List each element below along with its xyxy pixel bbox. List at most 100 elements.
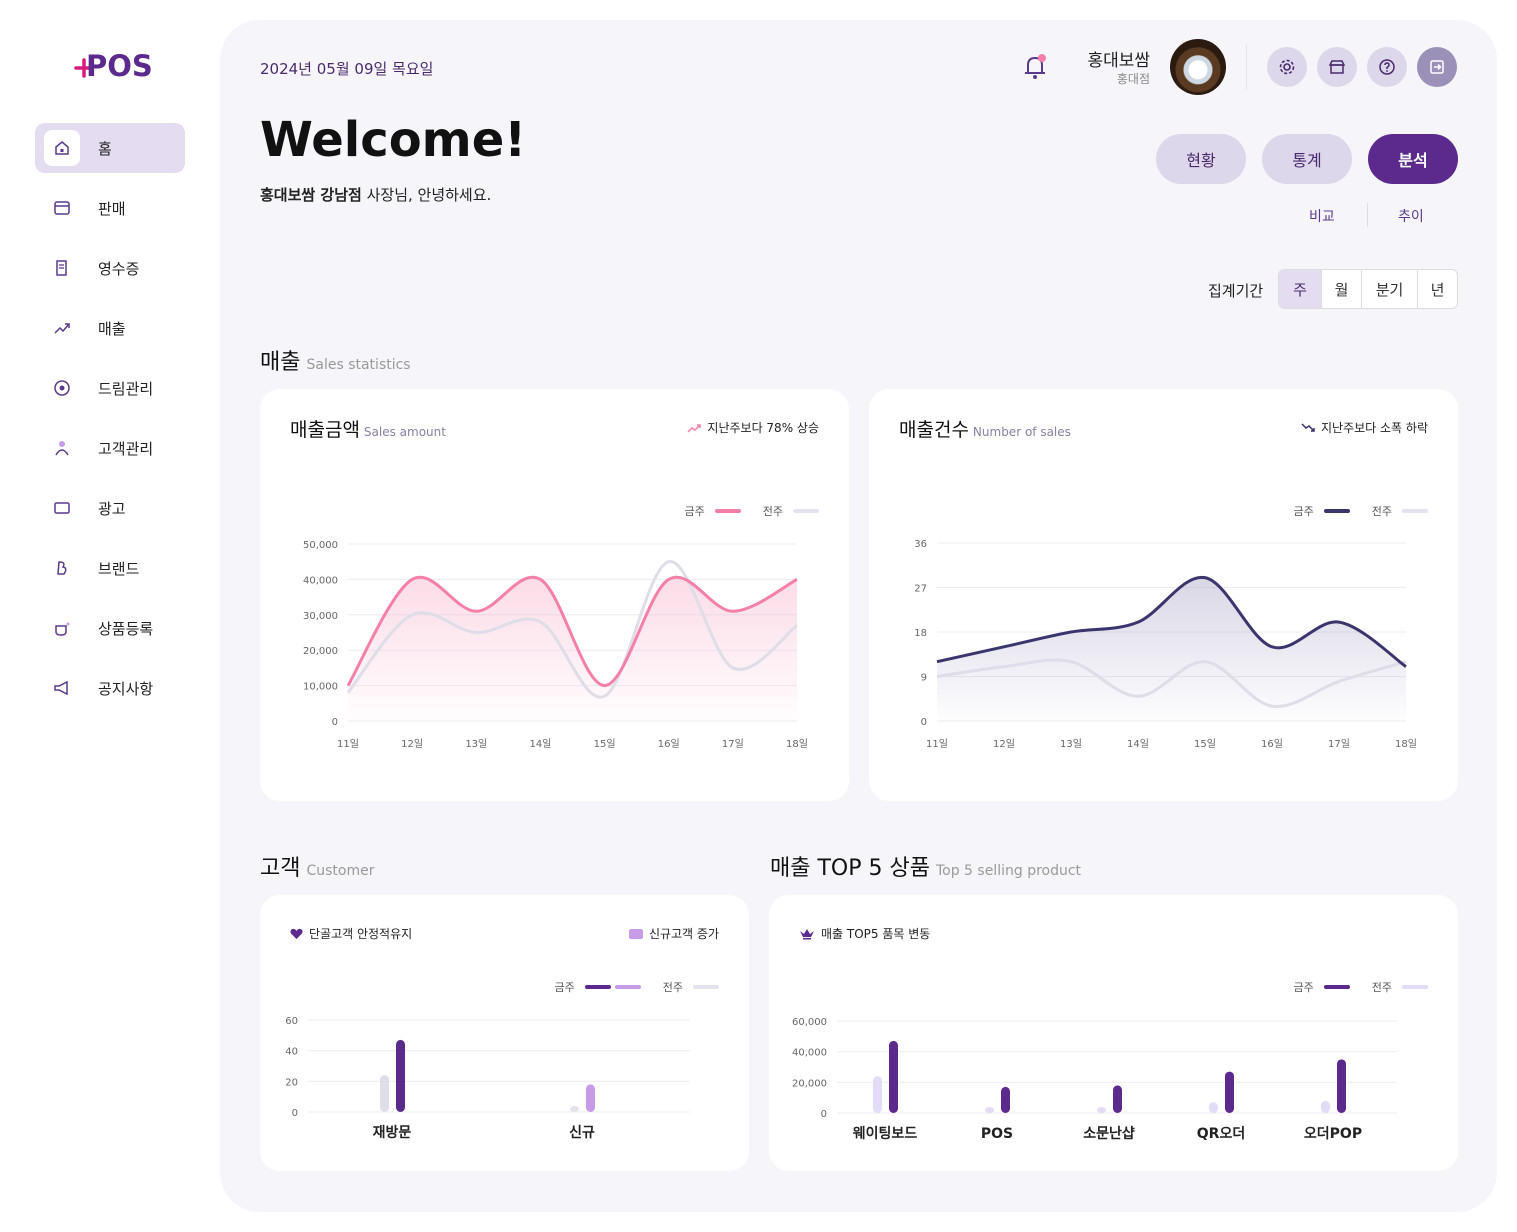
subtab-compare[interactable]: 비교 xyxy=(1309,206,1335,226)
bar-previous-week xyxy=(570,1105,579,1112)
chart-icon xyxy=(53,319,71,337)
bell-icon[interactable] xyxy=(1020,52,1050,82)
main-panel: 2024년 05월 09일 목요일 Welcome! 홍대보쌈 강남점 사장님,… xyxy=(220,20,1497,1212)
category-label: POS xyxy=(981,1126,1013,1142)
divider xyxy=(1367,203,1368,227)
category-label: 소문난샵 xyxy=(1083,1125,1135,1142)
sidebar-item-label: 고객관리 xyxy=(98,439,154,458)
sidebar-item-brand[interactable]: 브랜드 xyxy=(35,543,185,593)
section-subtitle: Sales statistics xyxy=(306,357,411,373)
y-tick-label: 40 xyxy=(285,1047,298,1058)
current-date: 2024년 05월 09일 목요일 xyxy=(260,60,434,78)
y-tick-label: 10,000 xyxy=(303,682,338,693)
bar-previous-week xyxy=(1321,1100,1330,1113)
bar-this-week xyxy=(1225,1071,1234,1113)
section-sales-title: 매출 Sales statistics xyxy=(260,344,411,376)
avatar[interactable] xyxy=(1170,39,1226,95)
tab-stats[interactable]: 통계 xyxy=(1262,134,1352,184)
section-customer-title: 고객 Customer xyxy=(260,850,375,882)
period-year[interactable]: 년 xyxy=(1417,270,1457,308)
bar-this-week xyxy=(1001,1086,1010,1113)
brand-icon xyxy=(53,559,71,577)
sidebar-item-customers[interactable]: 고객관리 xyxy=(35,423,185,473)
ad-icon xyxy=(53,499,71,517)
sidebar-item-label: 영수증 xyxy=(98,259,140,278)
category-label: 오더POP xyxy=(1304,1126,1362,1142)
y-tick-label: 9 xyxy=(921,673,927,684)
sidebar-item-label: 판매 xyxy=(98,199,126,218)
receipt-icon xyxy=(53,259,71,277)
x-tick-label: 13일 xyxy=(1060,738,1082,750)
x-tick-label: 11일 xyxy=(926,738,948,750)
x-tick-label: 14일 xyxy=(529,738,551,750)
page-title: Welcome! xyxy=(260,112,527,168)
sidebar-item-notice[interactable]: 공지사항 xyxy=(35,663,185,713)
sidebar-item-label: 공지사항 xyxy=(98,679,154,698)
sidebar-item-label: 홈 xyxy=(98,139,112,158)
x-tick-label: 18일 xyxy=(786,738,808,750)
store-icon xyxy=(1328,60,1346,74)
bar-previous-week xyxy=(985,1106,994,1113)
x-tick-label: 11일 xyxy=(337,738,359,750)
bar-this-week xyxy=(1337,1059,1346,1113)
sidebar-item-sales[interactable]: 판매 xyxy=(35,183,185,233)
category-label: 신규 xyxy=(569,1125,595,1141)
sidebar-item-label: 매출 xyxy=(98,319,126,338)
pos-logo: POS xyxy=(74,49,152,83)
y-tick-label: 20 xyxy=(285,1077,298,1088)
divider xyxy=(1246,44,1247,90)
y-tick-label: 36 xyxy=(914,539,927,550)
y-tick-label: 40,000 xyxy=(303,575,338,586)
section-subtitle: Top 5 selling product xyxy=(935,863,1082,879)
bar-previous-week xyxy=(1209,1102,1218,1113)
tab-analysis[interactable]: 분석 xyxy=(1368,134,1458,184)
sidebar-item-receipt[interactable]: 영수증 xyxy=(35,243,185,293)
series-area xyxy=(348,577,797,721)
tab-status[interactable]: 현황 xyxy=(1156,134,1246,184)
bar-this-week xyxy=(396,1039,405,1112)
bar-this-week xyxy=(889,1040,898,1113)
greeting: 홍대보쌈 강남점 사장님, 안녕하세요. xyxy=(260,184,491,205)
period-week[interactable]: 주 xyxy=(1279,270,1321,308)
person-icon xyxy=(53,439,71,457)
sidebar-item-products[interactable]: 상품등록 xyxy=(35,603,185,653)
sales-amount-card: 매출금액 Sales amount 지난주보다 78% 상승 금주 전주 50,0… xyxy=(260,389,849,801)
section-top5-title: 매출 TOP 5 상품 Top 5 selling product xyxy=(770,850,1081,882)
period-month[interactable]: 월 xyxy=(1321,270,1361,308)
sidebar-item-revenue[interactable]: 매출 xyxy=(35,303,185,353)
logo-text: POS xyxy=(86,49,152,83)
period-selector: 주 월 분기 년 xyxy=(1278,269,1458,309)
settings-button[interactable] xyxy=(1267,47,1307,87)
sales-amount-chart: 50,000 40,000 30,000 20,000 10,000 0 11일 12일 13일… xyxy=(303,540,808,750)
top5-card: 매출 TOP5 품목 변동 금주 전주 60,000 40,000 20,000 0 웨… xyxy=(769,895,1458,1171)
cup-icon xyxy=(53,619,71,637)
greeting-store: 홍대보쌈 강남점 xyxy=(260,186,362,204)
y-tick-label: 30,000 xyxy=(303,611,338,622)
x-tick-label: 17일 xyxy=(722,738,744,750)
help-button[interactable] xyxy=(1367,47,1407,87)
x-tick-label: 18일 xyxy=(1395,738,1417,750)
y-tick-label: 60,000 xyxy=(792,1017,827,1028)
sidebar-item-home[interactable]: 홈 xyxy=(35,123,185,173)
user-branch: 홍대점 xyxy=(1116,72,1150,86)
y-tick-label: 20,000 xyxy=(792,1078,827,1089)
sales-count-card: 매출건수 Number of sales 지난주보다 소폭 하락 금주 전주 36… xyxy=(869,389,1458,801)
x-tick-label: 15일 xyxy=(1194,738,1216,750)
series-area xyxy=(937,577,1406,721)
sidebar-item-dream[interactable]: 드림관리 xyxy=(35,363,185,413)
logout-button[interactable] xyxy=(1417,47,1457,87)
category-label: QR오더 xyxy=(1197,1126,1245,1142)
bar-previous-week xyxy=(1097,1107,1106,1113)
y-tick-label: 60 xyxy=(285,1016,298,1027)
period-quarter[interactable]: 분기 xyxy=(1361,270,1417,308)
sidebar-item-ads[interactable]: 광고 xyxy=(35,483,185,533)
sidebar-item-label: 드림관리 xyxy=(98,379,154,398)
customer-card: 단골고객 안정적유지 신규고객 증가 금주 전주 60 40 20 0 재방문 신규 xyxy=(260,895,749,1171)
bar-previous-week xyxy=(380,1075,389,1112)
period-label: 집계기간 xyxy=(1208,282,1264,300)
subtab-trend[interactable]: 추이 xyxy=(1398,206,1424,226)
store-button[interactable] xyxy=(1317,47,1357,87)
y-tick-label: 27 xyxy=(914,584,927,595)
y-tick-label: 50,000 xyxy=(303,540,338,551)
section-title: 고객 xyxy=(260,856,301,881)
